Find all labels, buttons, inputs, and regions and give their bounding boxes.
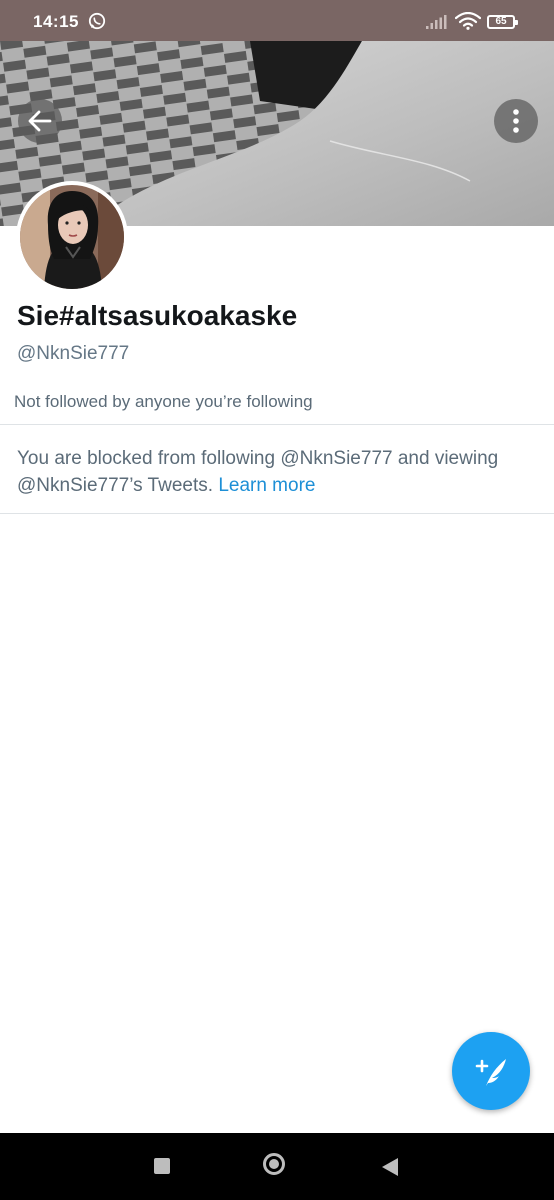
- wifi-icon: [454, 11, 482, 35]
- battery-icon: 65: [487, 15, 518, 29]
- learn-more-link[interactable]: Learn more: [218, 475, 315, 496]
- status-bar: 14:15 65: [0, 0, 554, 41]
- recents-square-icon[interactable]: [154, 1158, 170, 1174]
- display-name: Sie#altsasukoakaske: [17, 300, 298, 331]
- avatar-photo: [20, 185, 124, 289]
- avatar[interactable]: [16, 181, 128, 293]
- whatsapp-icon: [88, 12, 106, 35]
- signal-icon: [426, 15, 448, 34]
- more-options-button[interactable]: [494, 99, 538, 143]
- divider: [0, 424, 554, 425]
- back-triangle-icon[interactable]: [381, 1157, 399, 1182]
- divider: [0, 513, 554, 514]
- status-time: 14:15: [33, 12, 79, 31]
- profile-handle: @NknSie777: [17, 343, 130, 364]
- compose-tweet-button[interactable]: [452, 1032, 530, 1110]
- navigation-bar: [0, 1133, 554, 1200]
- more-vertical-icon: [494, 109, 538, 147]
- back-button[interactable]: [18, 99, 62, 143]
- compose-tweet-icon: [452, 1059, 530, 1114]
- home-circle-icon[interactable]: [263, 1153, 285, 1175]
- blocked-notice: You are blocked from following @NknSie77…: [17, 445, 537, 499]
- arrow-left-icon: [18, 110, 62, 147]
- followers-you-know[interactable]: Not followed by anyone you’re following: [14, 392, 313, 412]
